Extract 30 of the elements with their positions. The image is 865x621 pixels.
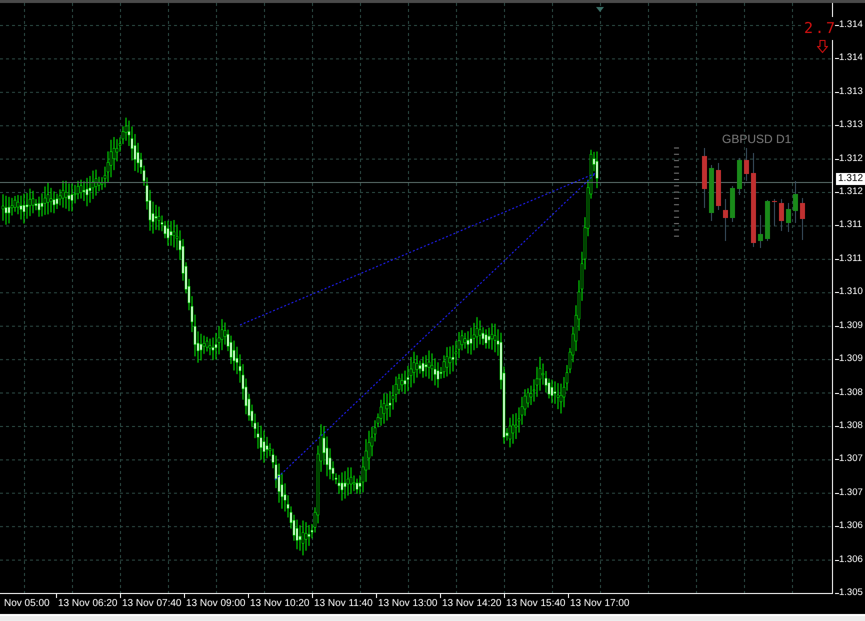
time-label: 13 Nov 14:20 — [442, 598, 502, 610]
time-label: 13 Nov 06:20 — [58, 598, 118, 610]
current-price-label: 1.312 — [836, 173, 865, 185]
price-label: 1.314 — [839, 19, 863, 31]
price-label: 1.309 — [839, 353, 863, 366]
price-label: 1.306 — [839, 554, 863, 566]
price-label: 1.314 — [839, 52, 863, 64]
price-label: 1.310 — [839, 286, 863, 298]
price-label: 1.307 — [839, 486, 863, 499]
time-label: 13 Nov 15:40 — [506, 598, 566, 610]
time-label: 13 Nov 11:40 — [314, 598, 373, 610]
price-label: 1.313 — [839, 119, 863, 132]
time-label: 13 Nov 10:20 — [250, 598, 310, 610]
price-label: 1.313 — [839, 86, 863, 98]
price-label: 1.312 — [839, 152, 863, 165]
time-label: 13 Nov 07:40 — [122, 598, 182, 610]
price-label: 1.308 — [839, 420, 863, 432]
price-label: 1.305 — [839, 587, 863, 599]
price-label: 1.311 — [839, 219, 862, 232]
price-label: 1.308 — [839, 386, 863, 399]
price-label: 1.311 — [839, 252, 862, 265]
price-label: 1.306 — [839, 520, 863, 532]
time-label: Nov 05:00 — [4, 598, 50, 610]
price-label: 1.309 — [839, 320, 863, 332]
symbol-label: GBPUSD D1 — [722, 131, 792, 148]
time-label: 13 Nov 09:00 — [186, 598, 246, 610]
price-label: 1.312 — [839, 186, 863, 198]
time-label: 13 Nov 13:00 — [378, 598, 438, 610]
price-label: 1.307 — [839, 453, 863, 466]
time-label: 13 Nov 17:00 — [570, 598, 630, 610]
